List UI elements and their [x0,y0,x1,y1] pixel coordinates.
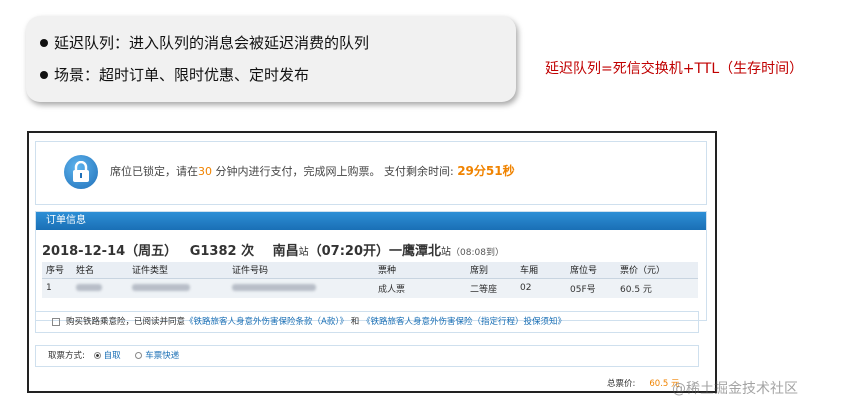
express-radio[interactable] [135,352,143,359]
cell-price: 60.5 元 [616,278,698,298]
cell-id-type-blurred [128,278,228,298]
express-label[interactable]: 车票快递 [145,351,179,361]
insurance-notice-link[interactable]: 《铁路旅客人身意外伤害保险（指定行程）投保须知》 [362,317,566,327]
bullet-dot-icon [40,38,48,47]
total-price: 总票价: 60.5 元 [607,377,680,389]
train-summary: 2018-12-14（周五） G1382 次 南昌站（07:20开）一鹰潭北站（… [42,244,504,259]
travel-date: 2018-12-14（周五） [42,244,178,259]
pickup-label: 取票方式: [48,351,85,361]
cell-seat-class: 二等座 [466,278,516,298]
order-info-header: 订单信息 [36,212,706,230]
lock-icon [64,155,98,189]
depart-time: （07:20开） [308,244,390,259]
bullet-dot-icon [40,70,48,79]
concept-callout: 延迟队列：进入队列的消息会被延迟消费的队列 场景：超时订单、限时优惠、定时发布 [26,16,516,102]
bullet-definition: 延迟队列：进入队列的消息会被延迟消费的队列 [40,32,369,53]
col-ticket-type: 票种 [374,262,466,279]
insurance-checkbox[interactable] [52,317,60,326]
seat-lock-notice: 席位已锁定，请在30 分钟内进行支付，完成网上购票。 支付剩余时间: 29分51… [35,141,707,205]
definition-text: 延迟队列：进入队列的消息会被延迟消费的队列 [54,34,370,52]
scenarios-text: 场景：超时订单、限时优惠、定时发布 [54,66,310,84]
order-info-panel: 订单信息 2018-12-14（周五） G1382 次 南昌站（07:20开）一… [35,211,707,321]
watermark: @稀土掘金技术社区 [672,381,798,397]
cell-index: 1 [42,278,72,298]
col-id-number: 证件号码 [228,262,374,279]
cell-name-blurred [72,278,128,298]
pay-minutes: 30 [198,165,212,178]
self-pickup-label[interactable]: 自取 [104,351,121,361]
countdown-timer: 29分51秒 [457,164,515,178]
passenger-table: 序号 姓名 证件类型 证件号码 票种 席别 车厢 席位号 票价（元） 1 成人票… [42,262,698,298]
lock-message: 席位已锁定，请在30 分钟内进行支付，完成网上购票。 支付剩余时间: 29分51… [110,164,515,178]
col-seat-no: 席位号 [566,262,616,279]
train-number: G1382 次 [189,244,255,259]
arrive-time: （08:08到） [451,248,504,258]
insurance-row: 购买铁路乘意险，已阅读并同意《铁路旅客人身意外伤害保险条款（A款）》 和 《铁路… [35,311,699,333]
total-label: 总票价: [607,379,636,389]
cell-id-number-blurred [228,278,374,298]
insurance-terms-link[interactable]: 《铁路旅客人身意外伤害保险条款（A款）》 [185,317,348,327]
cell-seat-no: 05F号 [566,278,616,298]
pickup-method-row: 取票方式: 自取 车票快递 [35,345,699,367]
from-station: 南昌 [272,244,299,259]
col-index: 序号 [42,262,72,279]
col-price: 票价（元） [616,262,698,279]
ticket-order-screenshot: 席位已锁定，请在30 分钟内进行支付，完成网上购票。 支付剩余时间: 29分51… [27,131,717,393]
table-row: 1 成人票 二等座 02 05F号 60.5 元 [42,278,698,298]
self-pickup-radio[interactable] [93,352,101,359]
col-name: 姓名 [72,262,128,279]
cell-ticket-type: 成人票 [374,278,466,298]
to-station: 一鹰潭北 [389,244,442,259]
bullet-scenarios: 场景：超时订单、限时优惠、定时发布 [40,64,309,85]
cell-car: 02 [516,278,566,298]
col-id-type: 证件类型 [128,262,228,279]
col-car: 车厢 [516,262,566,279]
col-seat-class: 席别 [466,262,516,279]
formula-note: 延迟队列=死信交换机+TTL（生存时间） [545,61,804,77]
table-header-row: 序号 姓名 证件类型 证件号码 票种 席别 车厢 席位号 票价（元） [42,262,698,279]
